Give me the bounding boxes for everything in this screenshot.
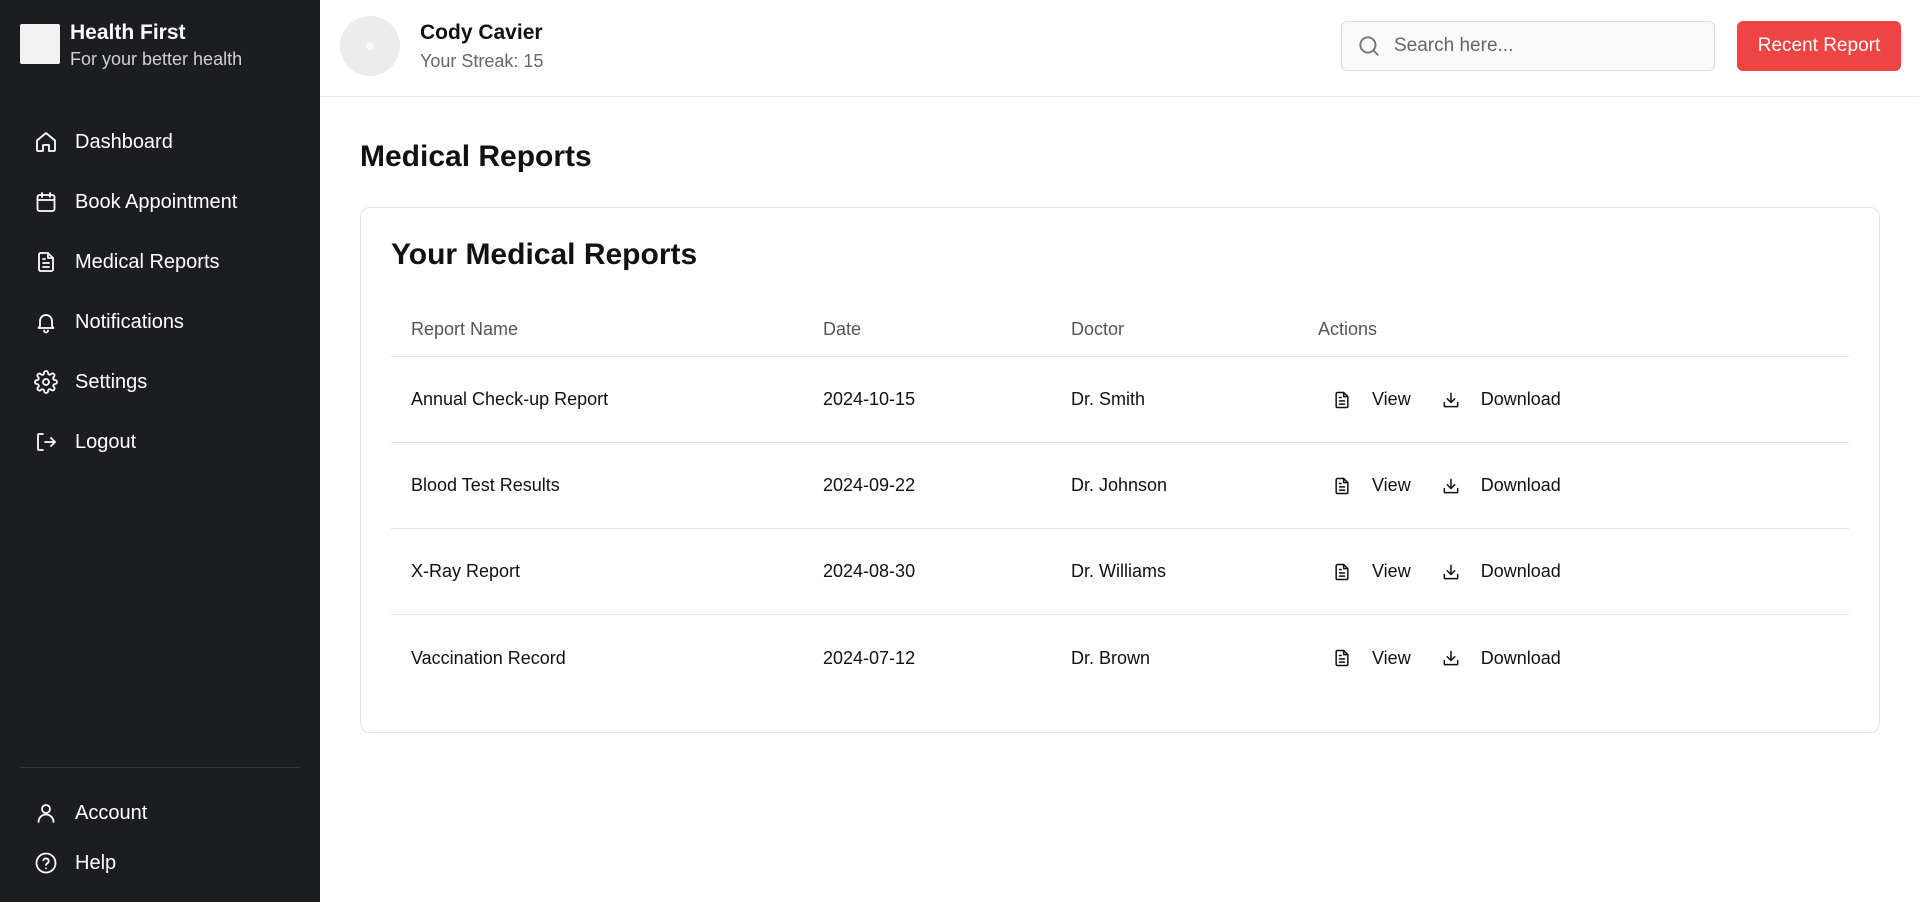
doctor-cell: Dr. Brown <box>1071 647 1151 668</box>
sidebar-item-label: Medical Reports <box>75 250 220 273</box>
download-button[interactable]: Download <box>1427 469 1575 502</box>
sidebar-item-dashboard[interactable]: Dashboard <box>20 112 300 172</box>
sidebar-item-label: Settings <box>75 370 148 393</box>
view-label: View <box>1372 389 1411 409</box>
actions-cell: View Download <box>1318 383 1849 416</box>
actions-cell: View Download <box>1318 469 1849 502</box>
download-label: Download <box>1480 561 1561 581</box>
view-button[interactable]: View <box>1318 469 1425 502</box>
file-text-icon <box>1335 477 1349 494</box>
actions-cell: View Download <box>1318 555 1849 588</box>
user-icon <box>37 804 55 823</box>
view-button[interactable]: View <box>1318 383 1425 416</box>
actions-cell: View Download <box>1318 642 1849 675</box>
sidebar-item-logout[interactable]: Logout <box>20 412 300 472</box>
sidebar-item-account[interactable]: Account <box>20 788 300 838</box>
column-header-date: Date <box>823 319 862 339</box>
app-name: Health First <box>70 21 186 44</box>
view-button[interactable]: View <box>1318 642 1425 675</box>
download-label: Download <box>1480 475 1561 495</box>
doctor-cell: Dr. Williams <box>1071 561 1166 581</box>
download-icon <box>1443 650 1459 666</box>
view-label: View <box>1372 475 1411 495</box>
download-button[interactable]: Download <box>1427 383 1575 416</box>
user-streak: Your Streak: 15 <box>420 51 544 71</box>
bell-icon <box>37 314 55 334</box>
help-circle-icon <box>35 852 57 874</box>
brand[interactable]: Health First For your better health <box>20 20 242 72</box>
gear-icon <box>34 370 58 394</box>
report-name-cell: Annual Check-up Report <box>411 389 609 409</box>
file-text-icon <box>1335 391 1349 408</box>
column-header-actions: Actions <box>1318 319 1378 339</box>
doctor-cell: Dr. Johnson <box>1071 475 1168 495</box>
table-row: Blood Test Results 2024-09-22 Dr. Johnson V… <box>391 443 1849 529</box>
date-cell: 2024-08-30 <box>823 561 916 581</box>
sidebar-item-book-appointment[interactable]: Book Appointment <box>20 172 300 232</box>
column-header-report-name: Report Name <box>411 319 519 339</box>
sidebar-item-label: Notifications <box>75 310 184 333</box>
download-icon <box>1443 564 1459 579</box>
download-label: Download <box>1480 389 1561 409</box>
download-label: Download <box>1480 647 1561 668</box>
sidebar-item-help[interactable]: Help <box>20 838 300 888</box>
sidebar-nav: Dashboard Book Appointment Medical Repor… <box>20 112 300 472</box>
date-cell: 2024-07-12 <box>823 647 916 668</box>
sidebar-item-label: Help <box>75 851 117 874</box>
home-icon <box>36 132 56 152</box>
page-title: Medical Reports <box>360 140 592 173</box>
file-text-icon <box>1335 563 1349 580</box>
logo <box>20 24 60 64</box>
report-name-cell: X-Ray Report <box>411 561 521 581</box>
table-row: Vaccination Record 2024-07-12 Dr. Brown Vie… <box>391 615 1849 701</box>
calendar-icon <box>36 192 56 212</box>
table-row: Annual Check-up Report 2024-10-15 Dr. Smit… <box>391 357 1849 443</box>
download-button[interactable]: Download <box>1427 642 1575 675</box>
card-title: Your Medical Reports <box>391 238 698 271</box>
file-text-icon <box>38 252 54 272</box>
sidebar-item-label: Account <box>75 801 148 824</box>
view-button[interactable]: View <box>1318 555 1425 588</box>
search-input[interactable] <box>1394 35 1694 57</box>
date-cell: 2024-10-15 <box>823 389 916 409</box>
sidebar-item-medical-reports[interactable]: Medical Reports <box>20 232 300 292</box>
logout-icon <box>37 433 56 451</box>
reports-card: Your Medical Reports Report Name Date Do… <box>360 207 1880 733</box>
sidebar-divider <box>20 767 300 768</box>
sidebar-item-label: Book Appointment <box>75 190 238 213</box>
view-label: View <box>1372 647 1411 668</box>
search-icon <box>1359 36 1379 56</box>
column-header-doctor: Doctor <box>1071 319 1125 339</box>
table-row: X-Ray Report 2024-08-30 Dr. Williams View Do… <box>391 529 1849 615</box>
view-label: View <box>1372 561 1411 581</box>
recent-report-button[interactable]: Recent Report <box>1737 21 1901 71</box>
doctor-cell: Dr. Smith <box>1071 389 1146 409</box>
app-tagline: For your better health <box>70 49 243 69</box>
search-box[interactable] <box>1341 21 1715 71</box>
table-body: Annual Check-up Report 2024-10-15 Dr. Smit… <box>391 357 1849 701</box>
download-icon <box>1443 478 1459 493</box>
user-name: Cody Cavier <box>420 21 543 44</box>
sidebar: Health First For your better health Dash… <box>0 0 320 902</box>
download-button[interactable]: Download <box>1427 555 1575 588</box>
date-cell: 2024-09-22 <box>823 475 916 495</box>
sidebar-item-label: Logout <box>75 430 137 453</box>
report-name-cell: Blood Test Results <box>411 475 560 495</box>
file-text-icon <box>1335 649 1349 667</box>
avatar[interactable] <box>340 16 400 76</box>
table-header: Report Name Date Doctor Actions <box>391 303 1849 357</box>
reports-table: Report Name Date Doctor Actions Annual C… <box>391 303 1849 701</box>
sidebar-item-notifications[interactable]: Notifications <box>20 292 300 352</box>
sidebar-bottom-nav: Account Help <box>20 788 300 888</box>
top-header: Cody Cavier Your Streak: 15 Recent Repor… <box>320 0 1919 97</box>
sidebar-item-settings[interactable]: Settings <box>20 352 300 412</box>
sidebar-item-label: Dashboard <box>75 130 173 153</box>
download-icon <box>1443 392 1459 407</box>
report-name-cell: Vaccination Record <box>411 647 566 668</box>
